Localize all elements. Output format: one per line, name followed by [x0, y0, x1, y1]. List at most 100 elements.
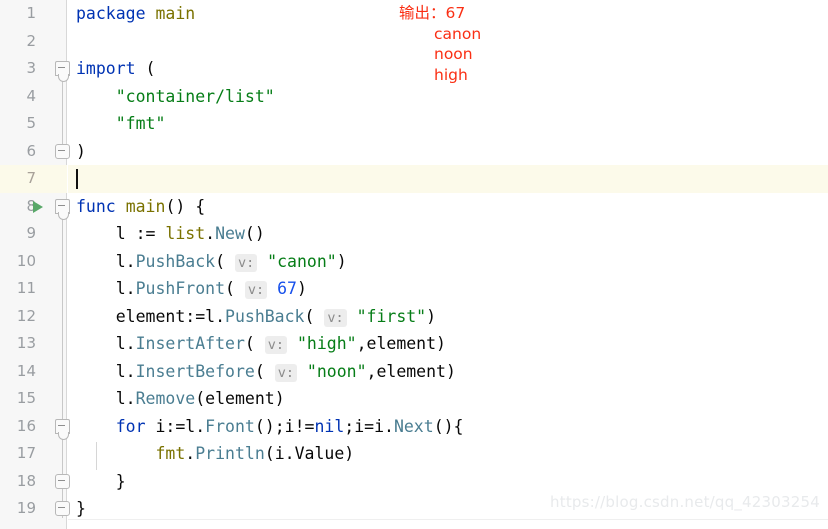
code-token: (: [225, 279, 245, 298]
code-token: i:=l.: [145, 416, 206, 436]
line-number: 6: [26, 141, 36, 160]
code-token: (i.Value): [264, 444, 355, 463]
code-token: l.: [76, 361, 136, 381]
annotation-value: canon: [434, 24, 482, 43]
code-line[interactable]: [68, 165, 828, 193]
code-token: (: [135, 59, 156, 78]
parameter-hint: v:: [264, 336, 288, 354]
collapse-minus-icon: [58, 204, 65, 206]
code-token: list: [165, 224, 206, 243]
line-number: 17: [16, 444, 36, 462]
code-token: l :=: [76, 224, 166, 243]
code-line-text: "fmt": [68, 110, 166, 138]
code-token: 67: [277, 279, 297, 298]
code-line-text: for i:=l.Front();i!=nil;i=i.Next(){: [68, 413, 464, 441]
line-number: 7: [26, 169, 36, 187]
code-token: for: [115, 416, 146, 436]
gutter-line[interactable]: 5: [0, 110, 67, 138]
line-number: 9: [26, 224, 36, 242]
code-token: ,element): [366, 361, 456, 381]
code-token: () {: [165, 196, 206, 216]
code-token: l.: [76, 279, 136, 298]
line-number: 2: [26, 31, 36, 50]
gutter-line[interactable]: 13: [0, 330, 67, 358]
code-line[interactable]: "fmt": [68, 110, 828, 138]
gutter-line[interactable]: 17: [0, 440, 67, 468]
line-number: 1: [26, 4, 36, 22]
code-token: ): [336, 251, 347, 271]
gutter-line[interactable]: 1: [0, 0, 67, 28]
code-token: element:=l.: [76, 306, 226, 326]
code-token: ): [426, 306, 437, 326]
run-triangle-icon[interactable]: [33, 200, 43, 213]
text-caret: [76, 169, 78, 189]
line-number: 3: [26, 59, 36, 77]
gutter-line[interactable]: 15: [0, 385, 67, 413]
code-token: l.: [76, 251, 136, 271]
code-token: .: [185, 444, 196, 463]
code-token: "fmt": [115, 114, 166, 133]
code-token: (: [244, 334, 265, 353]
gutter-line[interactable]: 9: [0, 220, 67, 248]
code-token: InsertAfter: [135, 334, 245, 353]
code-line[interactable]: ): [68, 138, 828, 166]
code-token: "noon": [306, 361, 367, 381]
code-line[interactable]: fmt.Println(i.Value): [68, 440, 828, 468]
gutter-line[interactable]: 11: [0, 275, 67, 303]
code-line[interactable]: element:=l.PushBack( v: "first"): [68, 303, 828, 331]
code-token: fmt: [155, 444, 186, 463]
code-token: "canon": [267, 251, 337, 271]
code-token: "high": [296, 334, 357, 353]
code-token: .: [205, 224, 216, 243]
code-token: (element): [195, 389, 285, 408]
gutter-line[interactable]: 7: [0, 165, 67, 193]
code-token: Front: [205, 416, 255, 436]
code-line[interactable]: l.PushBack( v: "canon"): [68, 248, 828, 276]
code-line[interactable]: l.InsertBefore( v: "noon",element): [68, 358, 828, 386]
code-token: "container/list": [115, 86, 275, 106]
parameter-hint: v:: [324, 308, 347, 327]
code-token: package: [76, 4, 146, 23]
bottom-divider: [68, 519, 828, 520]
code-line[interactable]: l.Remove(element): [68, 385, 828, 413]
gutter-line[interactable]: 12: [0, 303, 67, 331]
code-line[interactable]: l.PushFront( v: 67): [68, 275, 828, 303]
code-editor[interactable]: 1 2 3 4 5 6 7 8 9 10 11 12 13 14 15 16 17 18 19 package ma…: [0, 0, 828, 529]
line-number: 13: [16, 334, 36, 352]
gutter-line[interactable]: 2: [0, 28, 67, 56]
annotation-value: noon: [434, 45, 473, 63]
code-line[interactable]: func main() {: [68, 193, 828, 221]
annotation-label: 输出：: [399, 4, 446, 22]
code-token: (: [215, 251, 235, 271]
code-token: l.: [76, 389, 136, 408]
line-number: 19: [16, 499, 36, 517]
code-line-text: l.Remove(element): [68, 385, 285, 413]
editor-gutter[interactable]: 1 2 3 4 5 6 7 8 9 10 11 12 13 14 15 16 17 18 19: [0, 0, 70, 529]
code-line[interactable]: l.InsertAfter( v: "high",element): [68, 330, 828, 358]
code-line[interactable]: l := list.New(): [68, 220, 828, 248]
code-token: "first": [356, 306, 427, 326]
line-number: 15: [16, 389, 36, 407]
code-token: (: [254, 361, 275, 381]
gutter-line[interactable]: 4: [0, 83, 67, 111]
code-token: (: [304, 306, 325, 326]
code-token: Println: [195, 444, 265, 463]
code-token: main: [125, 196, 166, 216]
code-line-text: l.InsertBefore( v: "noon",element): [68, 358, 456, 388]
code-line[interactable]: }: [68, 468, 828, 496]
code-line[interactable]: "container/list": [68, 83, 828, 111]
gutter-line[interactable]: 10: [0, 248, 67, 276]
code-line[interactable]: for i:=l.Front();i!=nil;i=i.Next(){: [68, 413, 828, 441]
code-line-text: import (: [68, 55, 155, 83]
code-token: (): [244, 224, 265, 243]
gutter-line[interactable]: 14: [0, 358, 67, 386]
code-token: InsertBefore: [135, 361, 255, 381]
code-line-text: element:=l.PushBack( v: "first"): [68, 303, 436, 333]
